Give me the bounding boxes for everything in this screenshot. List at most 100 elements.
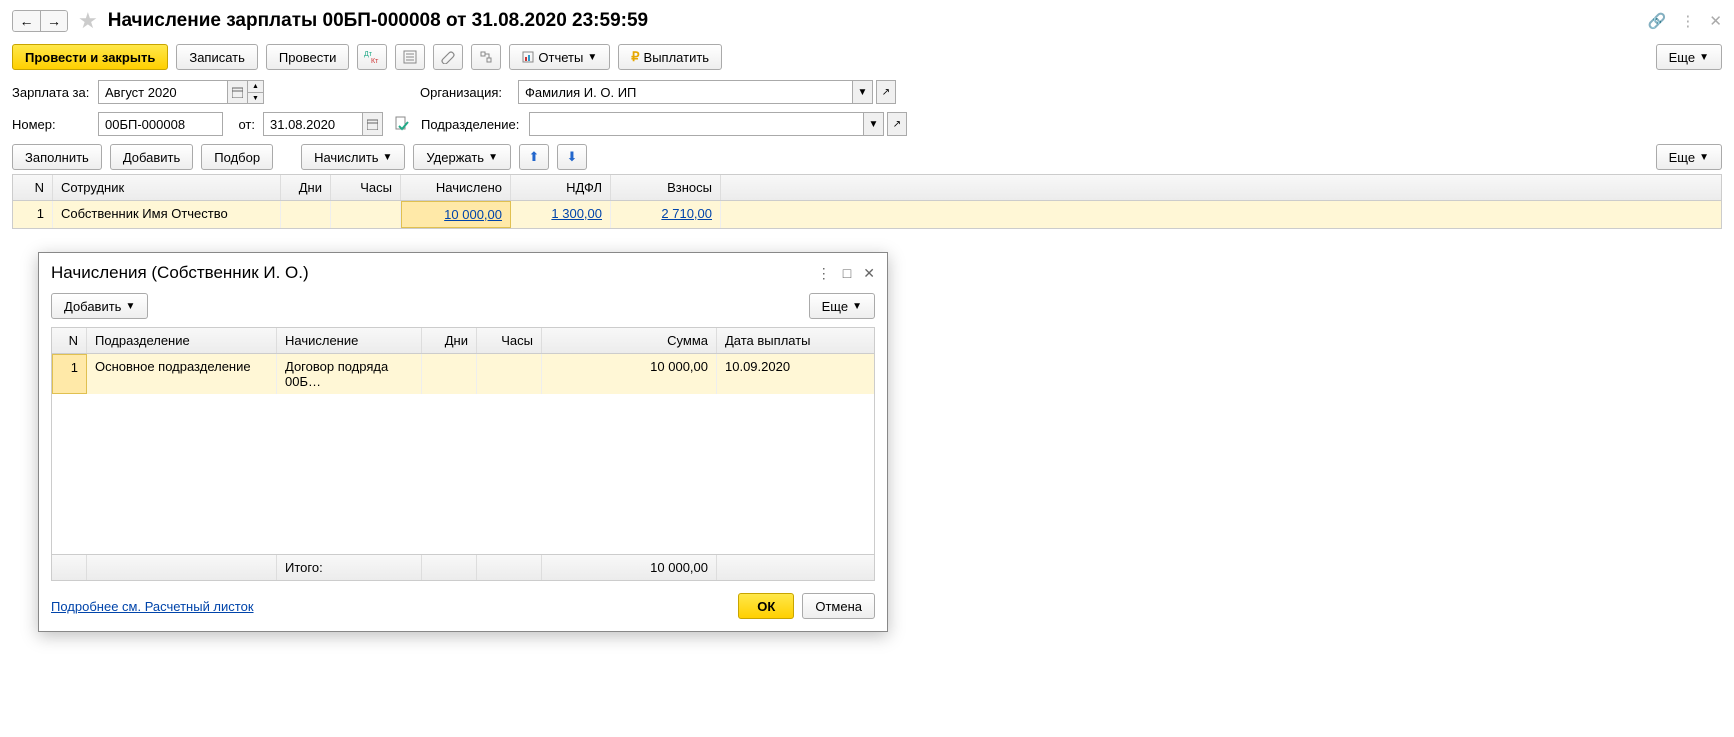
number-input[interactable]: [98, 112, 223, 136]
payout-label: Выплатить: [644, 50, 710, 65]
mcell-sum: 10 000,00: [542, 354, 717, 394]
attach-icon-button[interactable]: [433, 44, 463, 70]
modal-kebab-icon[interactable]: ⋮: [817, 265, 831, 282]
more-button[interactable]: Еще ▼: [1656, 44, 1722, 70]
date-input[interactable]: [263, 112, 363, 136]
open-ref-icon[interactable]: ↗: [876, 80, 896, 104]
col-employee[interactable]: Сотрудник: [53, 175, 281, 200]
move-down-button[interactable]: ⬇: [557, 144, 587, 170]
salary-for-input[interactable]: [98, 80, 228, 104]
post-and-close-button[interactable]: Провести и закрыть: [12, 44, 168, 70]
col-ndfl[interactable]: НДФЛ: [511, 175, 611, 200]
link-icon[interactable]: 🔗: [1648, 12, 1667, 30]
mcell-hours: [477, 354, 542, 394]
cell-days: [281, 201, 331, 228]
favorite-star-icon[interactable]: ★: [78, 8, 98, 34]
withhold-label: Удержать: [426, 150, 484, 165]
pick-button[interactable]: Подбор: [201, 144, 273, 170]
mcol-accrual[interactable]: Начисление: [277, 328, 422, 353]
fill-button[interactable]: Заполнить: [12, 144, 102, 170]
total-label: Итого:: [277, 555, 422, 580]
window-header: ← → ★ Начисление зарплаты 00БП-000008 от…: [12, 8, 1722, 34]
total-value: 10 000,00: [542, 555, 717, 580]
nav-forward-button[interactable]: →: [40, 10, 68, 32]
move-up-button[interactable]: ⬆: [519, 144, 549, 170]
accrue-button[interactable]: Начислить ▼: [301, 144, 405, 170]
close-icon[interactable]: ✕: [1709, 12, 1722, 30]
modal-add-button[interactable]: Добавить ▼: [51, 293, 148, 319]
chevron-down-icon: ▼: [852, 301, 862, 312]
details-link[interactable]: Подробнее см. Расчетный листок: [51, 599, 254, 614]
col-hours[interactable]: Часы: [331, 175, 401, 200]
cell-ndfl[interactable]: 1 300,00: [511, 201, 611, 228]
accruals-empty-area: [52, 394, 874, 554]
mcol-sum[interactable]: Сумма: [542, 328, 717, 353]
col-days[interactable]: Дни: [281, 175, 331, 200]
modal-title: Начисления (Собственник И. О.): [51, 263, 309, 283]
modal-maximize-icon[interactable]: □: [843, 265, 851, 282]
cell-employee: Собственник Имя Отчество: [53, 201, 281, 228]
withhold-button[interactable]: Удержать ▼: [413, 144, 511, 170]
dropdown-icon[interactable]: ▼: [853, 80, 873, 104]
mcell-dept: Основное подразделение: [87, 354, 277, 394]
list-icon-button[interactable]: [395, 44, 425, 70]
reports-label: Отчеты: [538, 50, 583, 65]
chevron-down-icon: ▼: [587, 52, 597, 63]
chevron-down-icon: ▼: [1699, 152, 1709, 163]
reports-button[interactable]: Отчеты ▼: [509, 44, 610, 70]
mcol-hours[interactable]: Часы: [477, 328, 542, 353]
main-toolbar: Провести и закрыть Записать Провести ДтК…: [12, 44, 1722, 70]
modal-add-label: Добавить: [64, 299, 121, 314]
calendar-icon[interactable]: [228, 80, 248, 104]
modal-cancel-button[interactable]: Отмена: [802, 593, 875, 619]
cell-n: 1: [13, 201, 53, 228]
month-up-button[interactable]: ▲: [248, 80, 264, 92]
nav-back-button[interactable]: ←: [12, 10, 40, 32]
month-down-button[interactable]: ▼: [248, 92, 264, 104]
dropdown-icon[interactable]: ▼: [864, 112, 884, 136]
col-n[interactable]: N: [13, 175, 53, 200]
modal-close-icon[interactable]: ✕: [863, 265, 875, 282]
chevron-down-icon: ▼: [488, 152, 498, 163]
chevron-down-icon: ▼: [383, 152, 393, 163]
page-title: Начисление зарплаты 00БП-000008 от 31.08…: [108, 10, 648, 32]
mcol-n[interactable]: N: [52, 328, 87, 353]
form-row-1: Зарплата за: ▲ ▼ Организация: ▼ ↗: [12, 80, 1722, 104]
write-button[interactable]: Записать: [176, 44, 258, 70]
mcol-paydate[interactable]: Дата выплаты: [717, 328, 837, 353]
dtkt-icon-button[interactable]: ДтКт: [357, 44, 387, 70]
number-label: Номер:: [12, 117, 90, 132]
accrual-row[interactable]: 1 Основное подразделение Договор подряда…: [52, 354, 874, 394]
mcell-n: 1: [52, 354, 87, 394]
cell-contrib[interactable]: 2 710,00: [611, 201, 721, 228]
col-contrib[interactable]: Взносы: [611, 175, 721, 200]
modal-ok-button[interactable]: ОК: [738, 593, 794, 619]
payout-button[interactable]: ₽ Выплатить: [618, 44, 722, 70]
org-input[interactable]: [518, 80, 853, 104]
post-button[interactable]: Провести: [266, 44, 350, 70]
structure-icon-button[interactable]: [471, 44, 501, 70]
accruals-table: N Подразделение Начисление Дни Часы Сумм…: [51, 327, 875, 581]
table-row[interactable]: 1 Собственник Имя Отчество 10 000,00 1 3…: [13, 201, 1721, 228]
col-filler: [721, 175, 1721, 200]
mcol-dept[interactable]: Подразделение: [87, 328, 277, 353]
form-row-2: Номер: от: Подразделение: ▼ ↗: [12, 112, 1722, 136]
mcell-accrual: Договор подряда 00Б…: [277, 354, 422, 394]
modal-more-button[interactable]: Еще ▼: [809, 293, 875, 319]
from-label: от:: [231, 117, 255, 132]
kebab-icon[interactable]: ⋮: [1680, 12, 1695, 30]
dept-input[interactable]: [529, 112, 864, 136]
table-toolbar: Заполнить Добавить Подбор Начислить ▼ Уд…: [12, 144, 1722, 170]
mcell-days: [422, 354, 477, 394]
cell-accrued[interactable]: 10 000,00: [401, 201, 511, 228]
employees-table: N Сотрудник Дни Часы Начислено НДФЛ Взно…: [12, 174, 1722, 229]
mcol-days[interactable]: Дни: [422, 328, 477, 353]
ruble-icon: ₽: [631, 49, 639, 65]
open-ref-icon[interactable]: ↗: [887, 112, 907, 136]
svg-text:Дт: Дт: [364, 51, 373, 58]
add-button[interactable]: Добавить: [110, 144, 193, 170]
accrue-label: Начислить: [314, 150, 378, 165]
col-accrued[interactable]: Начислено: [401, 175, 511, 200]
calendar-icon[interactable]: [363, 112, 383, 136]
table-more-button[interactable]: Еще ▼: [1656, 144, 1722, 170]
